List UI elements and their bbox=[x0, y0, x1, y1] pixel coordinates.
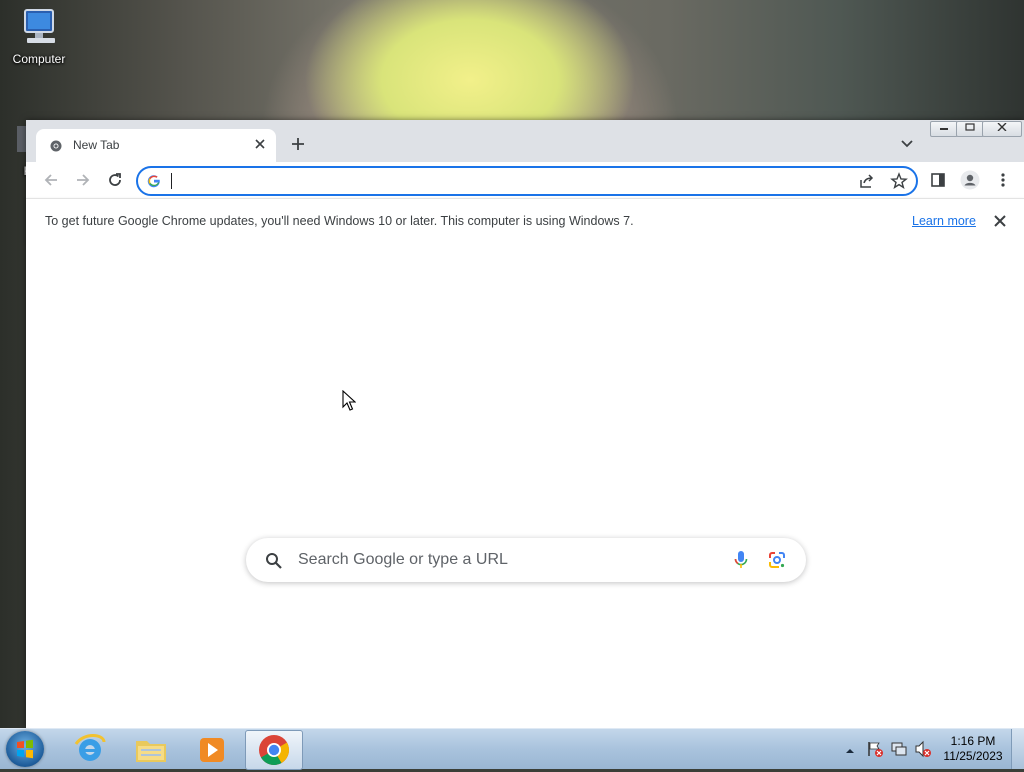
reload-icon[interactable] bbox=[105, 170, 125, 190]
back-arrow-icon[interactable] bbox=[41, 170, 61, 190]
address-input[interactable] bbox=[170, 171, 814, 193]
minimize-button[interactable] bbox=[930, 121, 958, 137]
internet-explorer-icon bbox=[74, 734, 106, 761]
taskbar-windows-explorer[interactable] bbox=[123, 730, 179, 768]
restore-button[interactable] bbox=[956, 121, 984, 137]
update-infobar: To get future Google Chrome updates, you… bbox=[26, 198, 1024, 244]
ntp-search-box[interactable]: Search Google or type a URL bbox=[246, 538, 806, 582]
taskbar-media-player[interactable] bbox=[184, 730, 240, 768]
share-icon[interactable] bbox=[858, 172, 876, 193]
taskbar-internet-explorer[interactable] bbox=[62, 730, 118, 768]
chrome-favicon-icon bbox=[50, 140, 62, 155]
google-lens-icon[interactable] bbox=[767, 550, 787, 573]
action-center-flag-icon[interactable] bbox=[866, 740, 884, 761]
folder-icon bbox=[136, 741, 166, 762]
learn-more-link[interactable]: Learn more bbox=[912, 214, 976, 228]
chrome-icon bbox=[259, 735, 290, 766]
close-icon[interactable] bbox=[992, 213, 1008, 229]
window-close-button[interactable] bbox=[982, 121, 1022, 137]
windows-taskbar: 1:16 PM 11/25/2023 bbox=[0, 728, 1024, 770]
start-button[interactable] bbox=[6, 731, 44, 767]
desktop-icon-label: Computer bbox=[12, 52, 66, 66]
show-desktop-button[interactable] bbox=[1011, 729, 1024, 769]
network-icon[interactable] bbox=[890, 740, 908, 761]
star-icon[interactable] bbox=[890, 172, 908, 193]
browser-toolbar bbox=[26, 162, 1024, 198]
tray-overflow-icon[interactable] bbox=[845, 744, 855, 758]
tab-title: New Tab bbox=[73, 138, 120, 152]
chrome-window: New Tab To get future Google Chrome upda… bbox=[26, 120, 1024, 728]
google-g-icon bbox=[147, 174, 161, 191]
tab-strip: New Tab bbox=[26, 120, 1024, 162]
forward-arrow-icon[interactable] bbox=[73, 170, 93, 190]
profile-icon[interactable] bbox=[960, 170, 980, 190]
media-player-icon bbox=[200, 738, 224, 762]
computer-icon bbox=[17, 8, 61, 48]
mouse-pointer-icon bbox=[342, 389, 357, 415]
address-bar[interactable] bbox=[136, 166, 918, 196]
desktop-icon-computer[interactable]: Computer bbox=[4, 8, 74, 66]
close-icon[interactable] bbox=[252, 137, 268, 153]
search-icon bbox=[265, 552, 283, 573]
infobar-message: To get future Google Chrome updates, you… bbox=[45, 214, 634, 228]
new-tab-page: Search Google or type a URL bbox=[26, 243, 1024, 728]
tray-clock[interactable]: 1:16 PM 11/25/2023 bbox=[940, 734, 1006, 764]
kebab-menu-icon[interactable] bbox=[993, 170, 1013, 190]
taskbar-google-chrome[interactable] bbox=[245, 730, 303, 770]
tab-new-tab[interactable]: New Tab bbox=[36, 129, 276, 162]
volume-muted-icon[interactable] bbox=[914, 740, 932, 761]
ntp-search-placeholder: Search Google or type a URL bbox=[298, 551, 508, 568]
plus-icon[interactable] bbox=[288, 134, 308, 154]
clock-date: 11/25/2023 bbox=[943, 749, 1003, 763]
side-panel-icon[interactable] bbox=[928, 170, 948, 190]
chevron-down-icon[interactable] bbox=[899, 137, 915, 151]
text-caret bbox=[171, 173, 172, 189]
microphone-icon[interactable] bbox=[733, 550, 749, 573]
clock-time: 1:16 PM bbox=[950, 734, 996, 748]
